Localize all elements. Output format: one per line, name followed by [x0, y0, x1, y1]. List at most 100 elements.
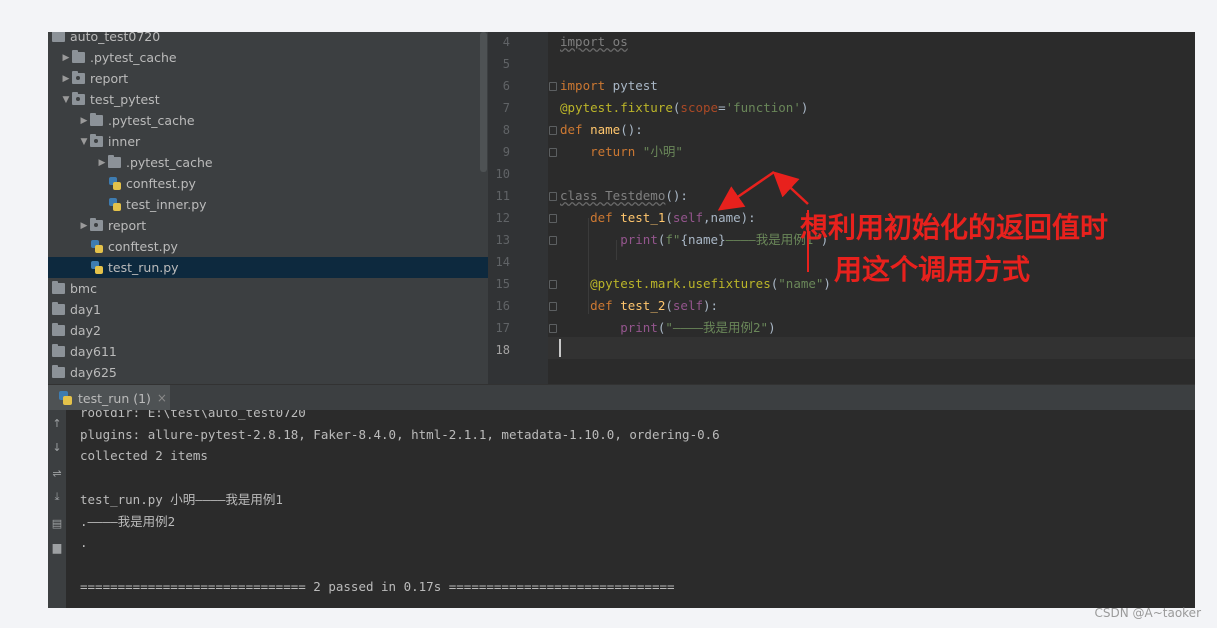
fold-marker-icon[interactable]	[549, 324, 557, 333]
tree-item-label: bmc	[70, 281, 97, 296]
folder-icon	[90, 134, 103, 147]
code-line: return "小明"	[560, 141, 683, 163]
tree-item[interactable]: auto_test0720	[48, 32, 488, 47]
tree-item[interactable]: ▼ inner	[48, 131, 488, 152]
tree-item-label: day625	[70, 365, 117, 380]
tree-item[interactable]: bmc	[48, 278, 488, 299]
tree-item[interactable]: day625	[48, 362, 488, 383]
tree-item-label: test_run.py	[108, 260, 179, 275]
line-number: 10	[495, 167, 510, 181]
folder-icon	[108, 155, 121, 168]
fold-marker-icon[interactable]	[549, 302, 557, 311]
print-icon[interactable]: ▤	[50, 516, 64, 530]
text-caret	[559, 339, 561, 357]
code-token: )	[768, 320, 776, 335]
code-line: print("————我是用例2")	[560, 317, 776, 339]
line-number: 4	[502, 35, 510, 49]
code-token: )	[820, 232, 829, 247]
fold-marker-icon[interactable]	[549, 148, 557, 157]
run-tab-bar: test_run (1) ×	[48, 384, 1195, 411]
line-number: 16	[495, 299, 510, 313]
trash-icon[interactable]: ▆	[50, 540, 64, 554]
tree-item[interactable]: ▶ report	[48, 215, 488, 236]
fold-marker-icon[interactable]	[549, 192, 557, 201]
tree-item[interactable]: conftest.py	[48, 236, 488, 257]
tree-item[interactable]: conftest.py	[48, 173, 488, 194]
chevron-right-icon[interactable]: ▶	[96, 158, 108, 168]
line-number: 18	[495, 343, 510, 357]
code-line: def test_1(self,name):	[560, 207, 756, 229]
current-line-highlight	[548, 337, 1195, 359]
tree-item-label: day611	[70, 344, 117, 359]
tab-test-run[interactable]: test_run (1) ×	[48, 385, 170, 411]
chevron-right-icon[interactable]: ▶	[78, 221, 90, 231]
code-token: f"	[665, 232, 681, 247]
folder-icon	[90, 218, 103, 231]
indent-guide	[616, 240, 617, 260]
code-token: "————我是用例2"	[665, 320, 769, 335]
arrow-up-icon[interactable]: ↑	[50, 416, 64, 430]
close-icon[interactable]: ×	[157, 391, 167, 405]
line-number: 11	[495, 189, 510, 203]
code-token: test_2	[620, 298, 666, 313]
fold-marker-icon[interactable]	[549, 214, 557, 223]
code-token: self	[672, 298, 704, 313]
run-console-output[interactable]: rootdir: E:\test\auto_test0720 plugins: a…	[66, 410, 1195, 608]
code-token: def	[590, 298, 613, 313]
code-token: name	[710, 210, 741, 225]
tree-item-label: .pytest_cache	[126, 155, 213, 170]
fold-marker-icon[interactable]	[549, 236, 557, 245]
soft-wrap-icon[interactable]: ⇌	[50, 466, 64, 480]
chevron-right-icon[interactable]: ▶	[60, 53, 72, 63]
chevron-down-icon[interactable]: ▼	[78, 137, 90, 147]
line-number: 5	[502, 57, 510, 71]
code-token: 'function'	[725, 100, 801, 115]
tree-item[interactable]: ▶ .pytest_cache	[48, 47, 488, 68]
tree-item[interactable]: ▼ test_pytest	[48, 89, 488, 110]
tree-item[interactable]: test_inner.py	[48, 194, 488, 215]
arrow-down-icon[interactable]: ↓	[50, 440, 64, 454]
folder-icon	[52, 32, 65, 42]
line-number: 14	[495, 255, 510, 269]
code-editor[interactable]: 4 5 6 7 8 9 10 11 12 13 14 15 16 17 18 import os import…	[488, 32, 1195, 384]
fold-marker-icon[interactable]	[549, 280, 557, 289]
python-file-icon	[90, 240, 103, 253]
line-number: 6	[502, 79, 510, 93]
code-token: "name"	[778, 276, 824, 291]
tree-item-label: conftest.py	[126, 176, 196, 191]
code-token: "小明"	[642, 144, 683, 159]
chevron-down-icon[interactable]: ▼	[60, 95, 72, 105]
tree-item[interactable]: day2	[48, 320, 488, 341]
tree-item[interactable]: test_run.py	[48, 257, 488, 278]
code-token: )	[823, 276, 831, 291]
code-token: self	[672, 210, 704, 225]
chevron-right-icon[interactable]: ▶	[60, 74, 72, 84]
code-line: class Testdemo():	[560, 185, 688, 207]
console-line: plugins: allure-pytest-2.8.18, Faker-8.4…	[80, 426, 720, 442]
fold-marker-icon[interactable]	[549, 126, 557, 135]
code-token: name	[590, 122, 621, 137]
line-number: 17	[495, 321, 510, 335]
code-token: ():	[665, 188, 688, 203]
python-file-icon	[90, 261, 103, 274]
tree-item-label: day2	[70, 323, 101, 338]
watermark: CSDN @A~taoker	[1094, 606, 1201, 620]
tree-item[interactable]: ▶ .pytest_cache	[48, 152, 488, 173]
fold-marker-icon[interactable]	[549, 82, 557, 91]
chevron-right-icon[interactable]: ▶	[78, 116, 90, 126]
tree-scrollbar[interactable]	[480, 32, 487, 172]
python-icon	[58, 391, 72, 405]
tree-item[interactable]: day611	[48, 341, 488, 362]
tree-item[interactable]: day1	[48, 299, 488, 320]
console-line: .	[80, 535, 88, 551]
tree-item[interactable]: ▶ .pytest_cache	[48, 110, 488, 131]
code-token: import	[560, 78, 606, 93]
tree-item[interactable]: ▶ report	[48, 68, 488, 89]
scroll-to-end-icon[interactable]: ⤓	[50, 490, 64, 504]
